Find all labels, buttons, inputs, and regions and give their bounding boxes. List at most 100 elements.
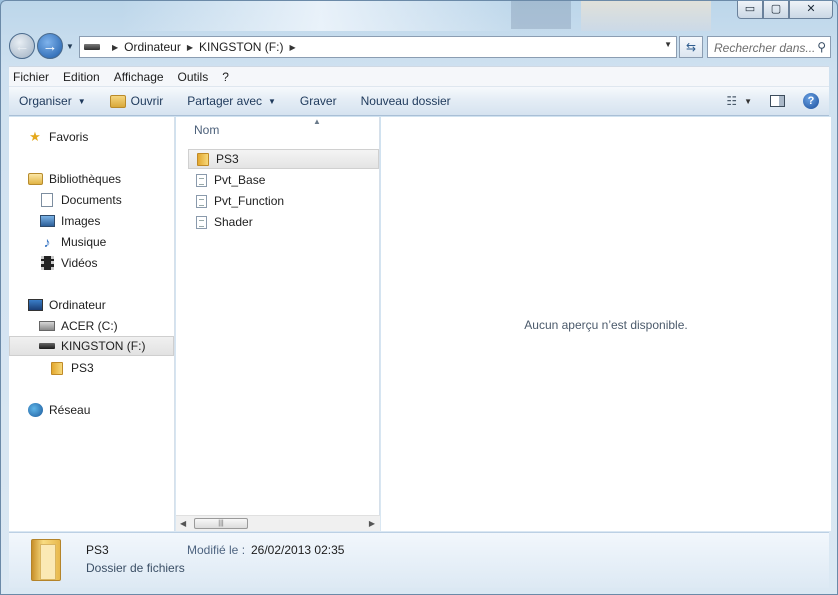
close-icon: ✕	[806, 3, 816, 15]
sort-ascending-icon: ▲	[313, 117, 321, 126]
recent-pages-dropdown[interactable]: ▼	[66, 42, 74, 51]
menu-edit[interactable]: Edition	[63, 70, 100, 84]
file-list-pane: ▲ Nom PS3 Pvt_Base Pvt_Function Shader ◀…	[176, 117, 380, 531]
explorer-window: ▭ ▢ ✕ ← → ▼ ▶ Ordinateur ▶ KINGSTON (F:)…	[0, 0, 838, 595]
view-options-dropdown[interactable]: ▼	[744, 97, 752, 106]
preview-empty-message: Aucun aperçu n’est disponible.	[524, 318, 688, 332]
sidebar-item-documents[interactable]: Documents	[39, 190, 122, 210]
sidebar-item-label: Bibliothèques	[49, 172, 122, 186]
file-row-pvt-function[interactable]: Pvt_Function	[188, 191, 379, 211]
picture-icon	[39, 215, 55, 227]
refresh-icon: ⇆	[685, 40, 697, 54]
sidebar-item-label: Documents	[61, 193, 122, 207]
file-row-ps3[interactable]: PS3	[188, 149, 379, 169]
maximize-icon: ▢	[770, 3, 782, 15]
network-icon	[27, 403, 43, 417]
menu-bar: Fichier Edition Affichage Outils ?	[9, 66, 829, 86]
refresh-button[interactable]: ⇆	[679, 36, 703, 58]
sidebar-item-favorites[interactable]: ★ Favoris	[27, 127, 88, 147]
sidebar-item-network[interactable]: Réseau	[27, 400, 90, 420]
back-button[interactable]: ←	[9, 33, 35, 59]
folder-icon	[51, 361, 63, 375]
file-name: PS3	[216, 152, 239, 166]
chevron-down-icon: ▼	[268, 96, 276, 106]
details-modified-value: 26/02/2013 02:35	[251, 543, 345, 557]
view-list-icon[interactable]: ☷	[726, 94, 737, 108]
address-history-dropdown[interactable]: ▼	[664, 40, 672, 49]
sidebar-item-label: Favoris	[49, 130, 89, 144]
scroll-right-icon[interactable]: ▶	[369, 519, 375, 528]
menu-tools[interactable]: Outils	[178, 70, 209, 84]
background-window-hint	[581, 1, 711, 31]
details-name: PS3	[86, 543, 109, 557]
minimize-icon: ▭	[744, 3, 756, 15]
arrow-left-icon: ←	[14, 37, 30, 55]
horizontal-scrollbar[interactable]: ◀ ||| ▶	[176, 515, 380, 531]
share-button[interactable]: Partager avec ▼	[187, 94, 276, 108]
menu-file[interactable]: Fichier	[13, 70, 49, 84]
document-icon	[41, 193, 53, 207]
maximize-button[interactable]: ▢	[763, 1, 789, 19]
breadcrumb-computer[interactable]: Ordinateur	[124, 40, 181, 54]
chevron-right-icon[interactable]: ▶	[112, 43, 118, 52]
share-label: Partager avec	[187, 94, 262, 108]
search-icon: ⚲	[817, 40, 826, 54]
sidebar-item-libraries[interactable]: Bibliothèques	[27, 169, 121, 189]
open-button[interactable]: Ouvrir	[109, 94, 164, 108]
chevron-right-icon[interactable]: ▶	[289, 43, 295, 52]
organize-label: Organiser	[19, 94, 72, 108]
folder-icon	[197, 152, 209, 166]
minimize-button[interactable]: ▭	[737, 1, 763, 19]
file-name: Pvt_Function	[214, 194, 285, 208]
preview-pane-icon[interactable]	[770, 95, 785, 107]
help-icon[interactable]: ?	[803, 93, 819, 109]
drive-icon	[84, 44, 100, 50]
search-input[interactable]: Rechercher dans... ⚲	[707, 36, 831, 58]
sidebar-item-music[interactable]: ♪ Musique	[39, 232, 107, 252]
burn-button[interactable]: Graver	[300, 94, 337, 108]
file-icon	[196, 173, 207, 187]
music-note-icon: ♪	[43, 234, 51, 250]
preview-pane: Aucun aperçu n’est disponible.	[381, 117, 831, 531]
sidebar-item-ps3[interactable]: PS3	[49, 358, 94, 378]
navigation-pane: ★ Favoris Bibliothèques Documents Images…	[9, 117, 175, 531]
scrollbar-thumb[interactable]: |||	[194, 518, 248, 529]
column-header-name[interactable]: Nom	[194, 123, 219, 137]
scroll-left-icon[interactable]: ◀	[180, 519, 186, 528]
file-icon	[196, 215, 207, 229]
breadcrumb-drive[interactable]: KINGSTON (F:)	[199, 40, 283, 54]
search-placeholder: Rechercher dans...	[714, 41, 816, 55]
details-type: Dossier de fichiers	[86, 561, 185, 575]
organize-button[interactable]: Organiser ▼	[19, 94, 86, 108]
library-icon	[27, 173, 43, 185]
details-pane: PS3 Dossier de fichiers Modifié le : 26/…	[9, 532, 829, 588]
sidebar-item-label: Ordinateur	[49, 298, 106, 312]
background-window-hint	[121, 1, 521, 31]
sidebar-item-images[interactable]: Images	[39, 211, 100, 231]
sidebar-item-label: Musique	[61, 235, 107, 249]
folder-large-icon	[31, 539, 61, 581]
open-label: Ouvrir	[130, 94, 164, 108]
sidebar-item-label: ACER (C:)	[61, 319, 118, 333]
sidebar-item-videos[interactable]: Vidéos	[39, 253, 97, 273]
sidebar-item-drive-c[interactable]: ACER (C:)	[39, 316, 118, 336]
close-button[interactable]: ✕	[789, 1, 833, 19]
menu-view[interactable]: Affichage	[114, 70, 164, 84]
hard-drive-icon	[39, 321, 55, 331]
file-row-pvt-base[interactable]: Pvt_Base	[188, 170, 379, 190]
folder-open-icon	[109, 94, 126, 108]
new-folder-label: Nouveau dossier	[360, 94, 451, 108]
new-folder-button[interactable]: Nouveau dossier	[361, 94, 451, 108]
chevron-right-icon[interactable]: ▶	[187, 43, 193, 52]
sidebar-item-computer[interactable]: Ordinateur	[27, 295, 106, 315]
sidebar-item-drive-f[interactable]: KINGSTON (F:)	[9, 336, 174, 356]
forward-button[interactable]: →	[37, 33, 63, 59]
menu-help[interactable]: ?	[222, 70, 229, 84]
details-modified-label: Modifié le :	[187, 543, 246, 557]
address-bar[interactable]: ▶ Ordinateur ▶ KINGSTON (F:) ▶ ▼	[79, 36, 677, 58]
film-icon	[40, 256, 54, 270]
computer-icon	[27, 299, 43, 311]
file-name: Shader	[214, 215, 253, 229]
navigation-bar: ← → ▼ ▶ Ordinateur ▶ KINGSTON (F:) ▶ ▼ ⇆…	[9, 31, 831, 61]
file-row-shader[interactable]: Shader	[188, 212, 379, 232]
